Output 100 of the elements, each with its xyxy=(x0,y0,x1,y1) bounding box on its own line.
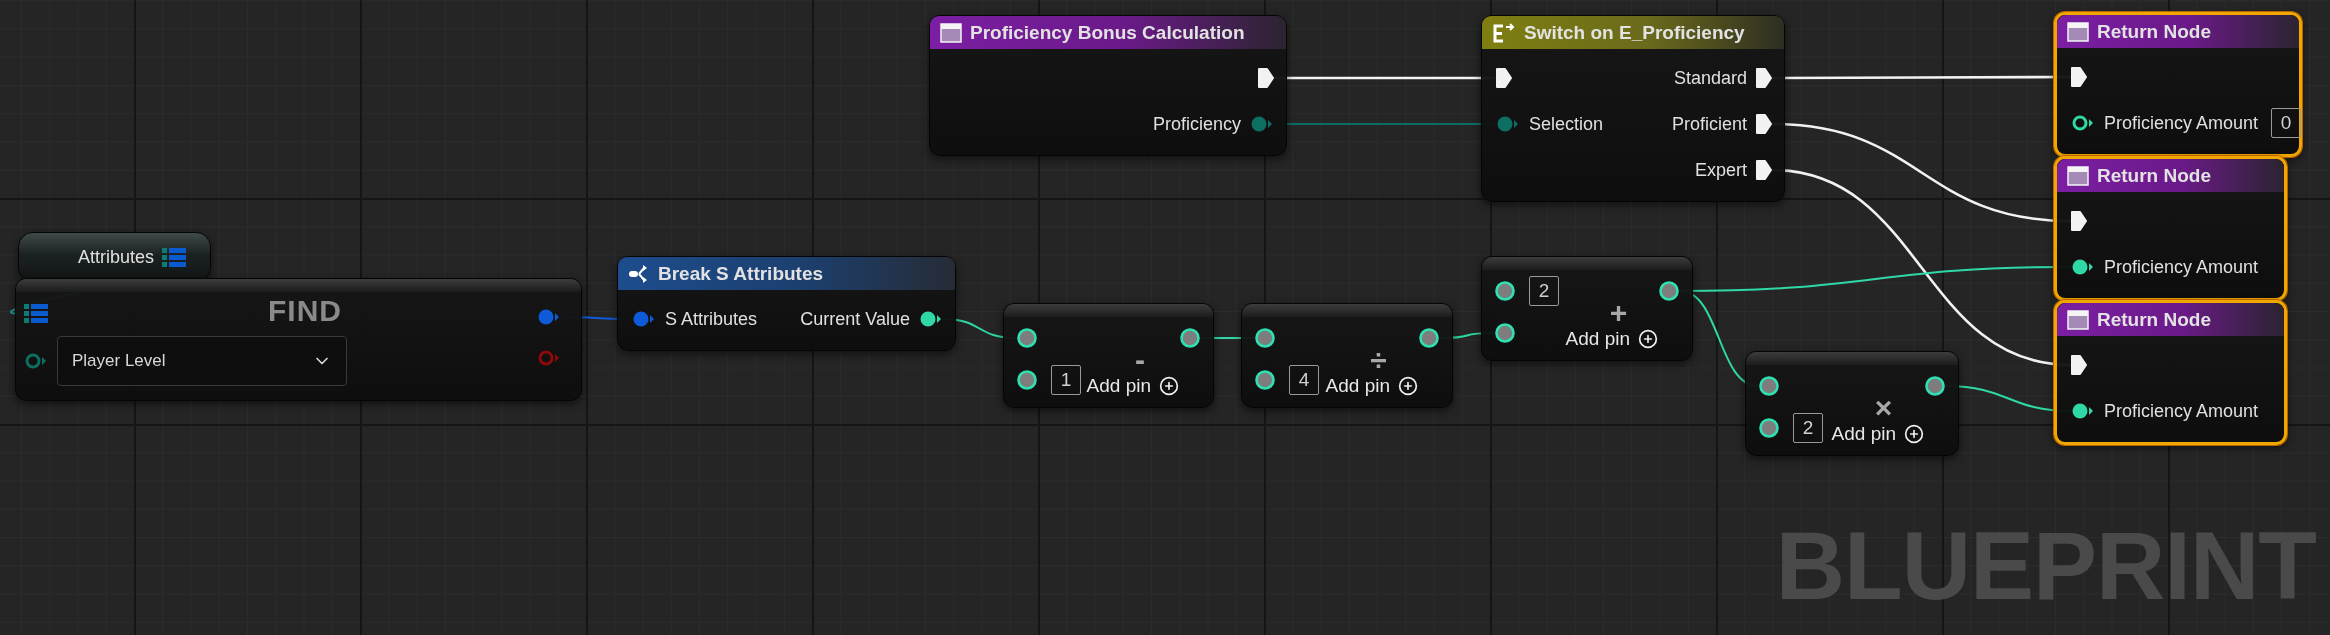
plus-icon xyxy=(1904,424,1924,444)
data-pin-icon xyxy=(2071,402,2095,420)
default-value-field[interactable]: 1 xyxy=(1051,365,1081,395)
graph-canvas[interactable] xyxy=(0,0,2330,635)
data-pin-icon xyxy=(919,310,943,328)
default-value-field[interactable]: 0 xyxy=(2271,108,2302,138)
math-node[interactable]: 2 × Add pin xyxy=(1745,351,1959,456)
data-pin[interactable] xyxy=(1179,327,1201,349)
exec-pin-icon xyxy=(1756,68,1772,88)
data-pin-icon xyxy=(1179,327,1201,349)
operator-symbol: × xyxy=(1874,393,1893,423)
exec-pin-icon xyxy=(1756,114,1772,134)
data-pin-icon xyxy=(1494,322,1516,344)
add-pin-button[interactable]: Add pin xyxy=(1831,423,1924,445)
pin-label: Current Value xyxy=(800,308,910,330)
pin-label: Proficiency Amount xyxy=(2104,400,2259,422)
function-icon xyxy=(2067,165,2089,186)
math-node[interactable]: 4 ÷ Add pin xyxy=(1241,303,1453,408)
data-pin-icon xyxy=(1418,327,1440,349)
exec-pin-icon xyxy=(2071,355,2087,375)
pin-label: Proficiency xyxy=(1152,113,1241,135)
pin-label: Proficiency Amount xyxy=(2104,256,2259,278)
data-pin-icon xyxy=(2071,114,2095,132)
data-pin-icon xyxy=(1924,375,1946,397)
data-pin[interactable] xyxy=(1016,327,1038,349)
add-pin-button[interactable]: Add pin xyxy=(1086,375,1179,397)
exec-pin[interactable] xyxy=(2071,211,2087,231)
math-node[interactable]: 1 - Add pin xyxy=(1003,303,1214,408)
variable-name: Attributes xyxy=(77,247,154,268)
pin-label: Proficient xyxy=(1671,113,1747,135)
map-pin-icon xyxy=(24,304,48,324)
plus-icon xyxy=(1159,376,1179,396)
data-pin-icon xyxy=(1254,369,1276,391)
node-title: Proficiency Bonus Calculation xyxy=(970,21,1245,44)
pin-label: Standard xyxy=(1673,67,1747,89)
operator-symbol: + xyxy=(1609,298,1628,328)
blueprint-node[interactable]: FIND Player Level xyxy=(15,278,582,401)
data-pin[interactable] xyxy=(919,310,943,328)
node-title: Return Node xyxy=(2097,308,2211,331)
operator-symbol: - xyxy=(1135,345,1145,375)
exec-pin[interactable] xyxy=(1756,68,1772,88)
data-pin-icon xyxy=(632,310,656,328)
pin-label: Expert xyxy=(1694,159,1747,181)
default-value-field[interactable]: 2 xyxy=(1529,276,1559,306)
data-pin-icon xyxy=(1496,115,1520,133)
data-pin-icon xyxy=(1658,280,1680,302)
exec-pin[interactable] xyxy=(2071,355,2087,375)
add-pin-button[interactable]: Add pin xyxy=(1325,375,1418,397)
data-pin-icon xyxy=(2071,258,2095,276)
default-value-field[interactable]: 2 xyxy=(1793,413,1823,443)
blueprint-node[interactable]: Proficiency Bonus Calculation Proficiency xyxy=(929,15,1287,156)
data-pin[interactable] xyxy=(2071,258,2095,276)
data-pin-icon xyxy=(537,308,561,326)
blueprint-node[interactable]: Switch on E_Proficiency Selection Standard Proficient Expert xyxy=(1481,15,1785,202)
add-pin-button[interactable]: Add pin xyxy=(1565,328,1658,350)
node-title: Break S Attributes xyxy=(658,262,824,285)
exec-pin[interactable] xyxy=(1756,114,1772,134)
data-pin[interactable] xyxy=(1924,375,1946,397)
data-pin-icon xyxy=(1250,115,1274,133)
exec-pin-icon xyxy=(1496,68,1512,88)
exec-pin[interactable] xyxy=(1496,68,1512,88)
data-pin[interactable] xyxy=(1494,322,1516,344)
node-type-label: FIND xyxy=(268,294,342,328)
plus-icon xyxy=(1638,329,1658,349)
blueprint-node[interactable]: Break S Attributes S Attributes Current Value xyxy=(617,256,956,351)
data-pin[interactable] xyxy=(1016,369,1038,391)
switch-icon xyxy=(1492,21,1516,44)
exec-pin-icon xyxy=(1756,160,1772,180)
data-pin-icon xyxy=(537,349,561,367)
data-pin-icon xyxy=(1758,375,1780,397)
data-pin-icon xyxy=(1254,327,1276,349)
exec-pin[interactable] xyxy=(1756,160,1772,180)
data-pin-icon xyxy=(24,352,48,370)
node-title: Return Node xyxy=(2097,164,2211,187)
pin-label: Selection xyxy=(1529,113,1604,135)
pin-label: Proficiency Amount xyxy=(2104,112,2259,134)
function-icon xyxy=(2067,21,2089,42)
pin-label: S Attributes xyxy=(665,308,758,330)
data-pin[interactable] xyxy=(1254,369,1276,391)
exec-pin[interactable] xyxy=(2071,67,2087,87)
default-value-field[interactable]: 4 xyxy=(1289,365,1319,395)
data-pin[interactable] xyxy=(1758,375,1780,397)
data-pin-icon xyxy=(1494,280,1516,302)
exec-pin[interactable] xyxy=(1258,68,1274,88)
data-pin[interactable] xyxy=(1494,280,1516,302)
blueprint-node[interactable]: Return Node Proficiency Amount xyxy=(2054,156,2287,301)
data-pin[interactable] xyxy=(1254,327,1276,349)
exec-pin-icon xyxy=(2071,211,2087,231)
function-icon xyxy=(2067,309,2089,330)
data-pin[interactable] xyxy=(1418,327,1440,349)
data-pin[interactable] xyxy=(1758,417,1780,439)
function-icon xyxy=(940,22,962,43)
blueprint-node[interactable]: Return Node Proficiency Amount xyxy=(2054,300,2287,445)
data-pin[interactable] xyxy=(1658,280,1680,302)
dropdown-field[interactable]: Player Level xyxy=(57,336,347,386)
math-node[interactable]: 2 + Add pin xyxy=(1481,256,1693,361)
data-pin[interactable] xyxy=(2071,114,2095,132)
blueprint-node[interactable]: Return Node Proficiency Amount 0 xyxy=(2054,12,2302,157)
plus-icon xyxy=(1398,376,1418,396)
data-pin[interactable] xyxy=(2071,402,2095,420)
